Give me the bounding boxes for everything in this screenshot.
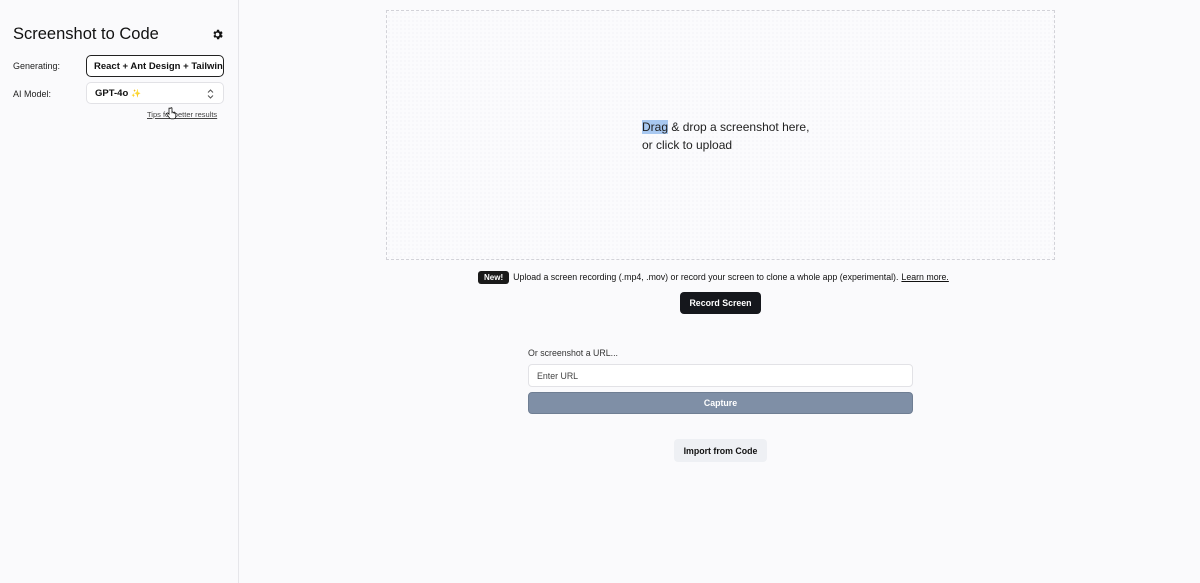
model-label: AI Model:: [13, 89, 52, 99]
generating-label: Generating:: [13, 61, 61, 71]
new-badge: New!: [478, 270, 510, 284]
import-from-code-button[interactable]: Import from Code: [674, 439, 767, 462]
screenshot-dropzone[interactable]: Drag & drop a screenshot here, or click …: [386, 10, 1055, 260]
model-value: GPT-4o: [95, 87, 129, 99]
capture-button[interactable]: Capture: [528, 392, 913, 414]
recording-notice: New! Upload a screen recording (.mp4, .m…: [478, 270, 949, 284]
stack-select[interactable]: React + Ant Design + Tailwind: [86, 55, 224, 77]
sparkle-icon: ✨: [131, 88, 142, 98]
learn-more-link[interactable]: Learn more.: [901, 272, 948, 282]
recording-text: Upload a screen recording (.mp4, .mov) o…: [513, 272, 899, 282]
hand-cursor-icon: [166, 107, 177, 120]
drag-highlight: Drag: [642, 120, 669, 134]
tips-link[interactable]: Tips for better results: [147, 110, 217, 119]
app-title: Screenshot to Code: [13, 25, 159, 43]
record-screen-button[interactable]: Record Screen: [680, 292, 761, 314]
model-select[interactable]: GPT-4o ✨: [86, 82, 224, 104]
dropzone-line1: & drop a screenshot here,: [668, 120, 810, 134]
gear-icon[interactable]: [211, 28, 224, 41]
chevron-updown-icon: [207, 89, 214, 99]
dropzone-line2: or click to upload: [642, 137, 733, 152]
url-label: Or screenshot a URL...: [528, 348, 618, 358]
dropzone-text: Drag & drop a screenshot here, or click …: [642, 119, 809, 154]
sidebar: Screenshot to Code Generating: React + A…: [0, 0, 239, 583]
url-input[interactable]: [528, 364, 913, 387]
